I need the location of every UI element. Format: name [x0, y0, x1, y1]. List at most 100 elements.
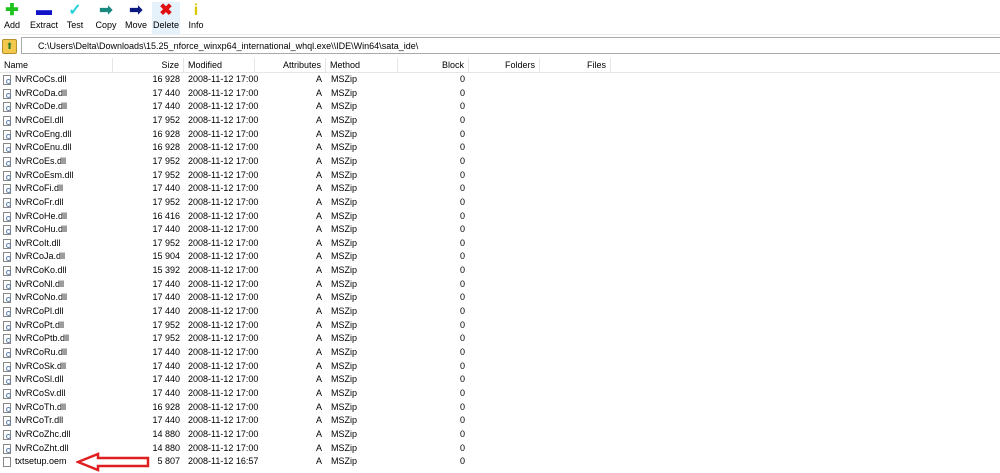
file-row[interactable]: NvRCoFi.dll 17 440 2008-11-12 17:00 A MSZip 0 — [0, 182, 620, 196]
file-row[interactable]: NvRCoSl.dll 17 440 2008-11-12 17:00 A MSZip 0 — [0, 373, 620, 387]
cell-block: 0 — [459, 196, 465, 207]
cell-block: 0 — [459, 401, 465, 412]
file-row[interactable]: NvRCoPl.dll 17 440 2008-11-12 17:00 A MSZip 0 — [0, 305, 620, 319]
file-row[interactable]: NvRCoEs.dll 17 952 2008-11-12 17:00 A MSZip 0 — [0, 155, 620, 169]
cell-method: MSZip — [331, 87, 358, 98]
toolbar-add-button[interactable]: ✚ Add — [0, 2, 24, 34]
toolbar-button-label: Info — [188, 20, 204, 30]
cell-modified: 2008-11-12 17:00 — [188, 251, 259, 262]
file-icon — [3, 457, 11, 468]
cell-modified: 2008-11-12 17:00 — [188, 87, 259, 98]
cell-modified: 2008-11-12 17:00 — [188, 292, 259, 303]
cell-modified: 2008-11-12 17:00 — [188, 169, 259, 180]
cell-block: 0 — [459, 333, 465, 344]
file-row[interactable]: NvRCoRu.dll 17 440 2008-11-12 17:00 A MSZip 0 — [0, 346, 620, 360]
col-name[interactable]: Name — [0, 58, 113, 72]
cell-method: MSZip — [331, 142, 358, 153]
toolbar-delete-button[interactable]: ✖ Delete — [152, 2, 180, 34]
file-row[interactable]: NvRCoFr.dll 17 952 2008-11-12 17:00 A MSZip 0 — [0, 196, 620, 210]
col-method[interactable]: Method — [326, 58, 398, 72]
file-row[interactable]: NvRCoSk.dll 17 440 2008-11-12 17:00 A MSZip 0 — [0, 360, 620, 374]
file-row[interactable]: NvRCoEng.dll 16 928 2008-11-12 17:00 A MSZip… — [0, 128, 620, 142]
cell-method: MSZip — [331, 387, 358, 398]
cell-name: NvRCoNl.dll — [15, 278, 65, 289]
cell-modified: 2008-11-12 17:00 — [188, 224, 259, 235]
cell-size: 16 928 — [152, 142, 180, 153]
cell-block: 0 — [459, 87, 465, 98]
cell-block: 0 — [459, 278, 465, 289]
cell-size: 17 440 — [152, 360, 180, 371]
file-row[interactable]: NvRCoHu.dll 17 440 2008-11-12 17:00 A MSZip 0 — [0, 223, 620, 237]
col-modified[interactable]: Modified — [184, 58, 255, 72]
file-row[interactable]: NvRCoDe.dll 17 440 2008-11-12 17:00 A MSZip 0 — [0, 100, 620, 114]
file-row[interactable]: NvRCoPtb.dll 17 952 2008-11-12 17:00 A MSZip… — [0, 332, 620, 346]
cell-size: 17 440 — [152, 278, 180, 289]
cell-size: 17 952 — [152, 155, 180, 166]
cell-name: NvRCoEl.dll — [15, 114, 64, 125]
cell-modified: 2008-11-12 17:00 — [188, 333, 259, 344]
cell-attributes: A — [315, 265, 322, 276]
toolbar-button-label: Delete — [152, 20, 179, 30]
cell-method: MSZip — [331, 251, 358, 262]
toolbar-move-button[interactable]: ➡ Move — [123, 2, 149, 34]
file-row[interactable]: NvRCoNl.dll 17 440 2008-11-12 17:00 A MSZip 0 — [0, 278, 620, 292]
file-row[interactable]: NvRCoHe.dll 16 416 2008-11-12 17:00 A MSZip 0 — [0, 210, 620, 224]
cell-name: NvRCoSl.dll — [15, 374, 64, 385]
col-folders[interactable]: Folders — [469, 58, 540, 72]
file-row[interactable]: NvRCoTh.dll 16 928 2008-11-12 17:00 A MSZip 0 — [0, 401, 620, 415]
cell-block: 0 — [459, 428, 465, 439]
cell-block: 0 — [459, 210, 465, 221]
cell-method: MSZip — [331, 183, 358, 194]
cell-name: NvRCoZhc.dll — [15, 428, 71, 439]
toolbar-extract-button[interactable]: ▬ Extract — [28, 2, 60, 34]
cell-block: 0 — [459, 101, 465, 112]
column-header: Name Size Modified Attributes Method Blo… — [0, 58, 1000, 73]
file-row[interactable]: NvRCoKo.dll 15 392 2008-11-12 17:00 A MSZip 0 — [0, 264, 620, 278]
cell-size: 17 952 — [152, 114, 180, 125]
cell-method: MSZip — [331, 210, 358, 221]
cell-size: 17 440 — [152, 87, 180, 98]
col-size[interactable]: Size — [113, 58, 184, 72]
cell-name: NvRCoJa.dll — [15, 251, 66, 262]
cell-modified: 2008-11-12 16:57 — [188, 456, 259, 467]
cell-modified: 2008-11-12 17:00 — [188, 401, 259, 412]
col-files[interactable]: Files — [540, 58, 611, 72]
toolbar-copy-button[interactable]: ➡ Copy — [93, 2, 119, 34]
toolbar-button-label: Extract — [29, 20, 58, 30]
file-row[interactable]: NvRCoCs.dll 16 928 2008-11-12 17:00 A MSZip 0 — [0, 73, 620, 87]
file-row[interactable]: NvRCoDa.dll 17 440 2008-11-12 17:00 A MSZip 0 — [0, 87, 620, 101]
file-row[interactable]: NvRCoEl.dll 17 952 2008-11-12 17:00 A MSZip 0 — [0, 114, 620, 128]
cell-attributes: A — [315, 237, 322, 248]
cell-modified: 2008-11-12 17:00 — [188, 210, 259, 221]
file-icon — [3, 197, 11, 208]
col-attributes[interactable]: Attributes — [255, 58, 326, 72]
file-row[interactable]: NvRCoIt.dll 17 952 2008-11-12 17:00 A MSZip 0 — [0, 237, 620, 251]
cell-attributes: A — [315, 114, 322, 125]
file-row[interactable]: NvRCoEsm.dll 17 952 2008-11-12 17:00 A MSZip… — [0, 169, 620, 183]
cell-method: MSZip — [331, 169, 358, 180]
cell-block: 0 — [459, 347, 465, 357]
cell-modified: 2008-11-12 17:00 — [188, 387, 259, 398]
file-row[interactable]: NvRCoJa.dll 15 904 2008-11-12 17:00 A MSZip 0 — [0, 250, 620, 264]
toolbar-info-button[interactable]: i Info — [187, 2, 205, 34]
cell-size: 17 952 — [152, 169, 180, 180]
path-input[interactable]: C:\Users\Delta\Downloads\15.25_nforce_wi… — [21, 37, 1000, 54]
file-row[interactable]: NvRCoTr.dll 17 440 2008-11-12 17:00 A MSZip 0 — [0, 414, 620, 428]
file-row[interactable]: NvRCoSv.dll 17 440 2008-11-12 17:00 A MSZip 0 — [0, 387, 620, 401]
col-block[interactable]: Block — [398, 58, 469, 72]
file-icon — [3, 443, 11, 454]
toolbar: ✚ Add ▬ Extract ✓ Test ➡ Copy ➡ Move ✖ Delete i Info — [0, 0, 1000, 35]
file-row[interactable]: NvRCoPt.dll 17 952 2008-11-12 17:00 A MSZip 0 — [0, 319, 620, 333]
cell-size: 17 952 — [152, 319, 180, 330]
cell-block: 0 — [459, 306, 465, 317]
cell-size: 17 440 — [152, 101, 180, 112]
toolbar-test-button[interactable]: ✓ Test — [62, 2, 88, 34]
up-folder-icon[interactable]: ⬆ — [2, 39, 17, 54]
red-arrow-annotation — [76, 452, 150, 472]
file-row[interactable]: NvRCoZhc.dll 14 880 2008-11-12 17:00 A MSZip… — [0, 428, 620, 442]
cell-name: NvRCoPtb.dll — [15, 333, 70, 344]
file-row[interactable]: NvRCoEnu.dll 16 928 2008-11-12 17:00 A MSZip… — [0, 141, 620, 155]
file-row[interactable]: NvRCoNo.dll 17 440 2008-11-12 17:00 A MSZip 0 — [0, 291, 620, 305]
cell-size: 17 440 — [152, 374, 180, 385]
toolbar-button-label: Copy — [95, 20, 117, 30]
